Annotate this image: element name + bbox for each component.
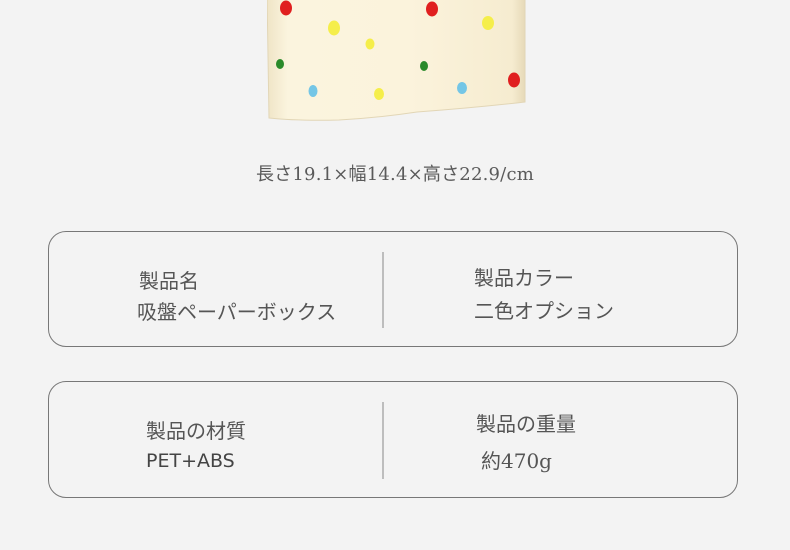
- spec-card-name-color: 製品名 吸盤ペーパーボックス 製品カラー 二色オプション: [48, 231, 738, 347]
- dot: [276, 59, 284, 69]
- product-material-label: 製品の材質: [146, 419, 246, 443]
- product-name-label: 製品名: [139, 269, 199, 293]
- dot: [426, 1, 438, 17]
- product-color-value: 二色オプション: [474, 299, 614, 323]
- product-color-label: 製品カラー: [474, 266, 574, 290]
- dot: [508, 72, 520, 88]
- dot: [457, 82, 467, 94]
- dot: [280, 0, 292, 16]
- product-name-value: 吸盤ペーパーボックス: [137, 300, 337, 324]
- product-dimensions: 長さ19.1×幅14.4×高さ22.9/cm: [255, 164, 534, 185]
- divider: [382, 402, 384, 479]
- product-weight-label: 製品の重量: [476, 412, 576, 436]
- dot: [308, 85, 318, 97]
- dot: [482, 16, 494, 30]
- dot: [328, 20, 340, 36]
- product-weight-value: 約470g: [481, 449, 552, 473]
- spec-card-material-weight: 製品の材質 PET+ABS 製品の重量 約470g: [48, 381, 738, 498]
- dot: [374, 88, 384, 100]
- dot: [420, 61, 428, 71]
- product-image: [267, 0, 526, 121]
- product-material-value: PET+ABS: [146, 450, 235, 472]
- dot: [365, 38, 375, 50]
- divider: [382, 252, 384, 328]
